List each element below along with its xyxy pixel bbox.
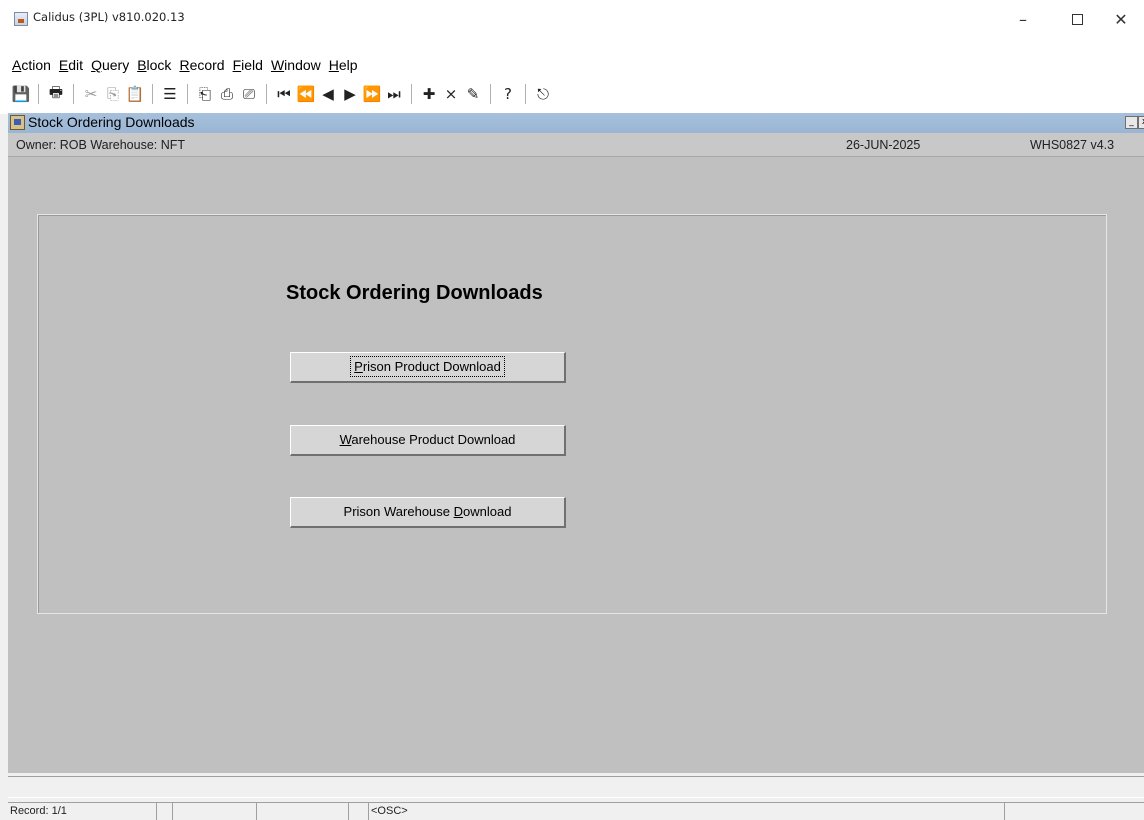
app-title: Calidus (3PL) v810.020.13 — [33, 10, 185, 24]
toolbar-separator — [266, 84, 267, 104]
menu-help[interactable]: Help — [325, 55, 362, 75]
mode-indicator: <OSC> — [368, 802, 1004, 820]
list-icon[interactable]: ☰ — [159, 83, 181, 105]
save-icon[interactable]: 💾 — [10, 83, 32, 105]
status-cell — [1004, 802, 1144, 820]
prison-product-download-button[interactable]: Prison Product Download — [290, 352, 566, 383]
copy-icon[interactable]: ⎘ — [102, 83, 124, 105]
cut-icon[interactable]: ✂ — [80, 83, 102, 105]
help-icon[interactable]: ? — [497, 83, 519, 105]
toolbar-separator — [152, 84, 153, 104]
status-cell — [348, 802, 368, 820]
status-cell — [256, 802, 348, 820]
form-minimize-button[interactable]: _ — [1125, 116, 1138, 129]
paste-icon[interactable]: 📋 — [124, 83, 146, 105]
previous-set-icon[interactable]: ⏪ — [295, 83, 317, 105]
page-title: Stock Ordering Downloads — [286, 282, 543, 304]
toolbar-separator — [490, 84, 491, 104]
app-title-bar: Calidus (3PL) v810.020.13 – ✕ — [0, 0, 1144, 54]
menu-edit[interactable]: Edit — [55, 55, 87, 75]
form-window-icon — [10, 115, 25, 130]
toolbar-separator — [525, 84, 526, 104]
enter-query-icon[interactable]: ⎗ — [194, 83, 216, 105]
menu-record[interactable]: Record — [175, 55, 228, 75]
form-window-title: Stock Ordering Downloads — [28, 114, 195, 130]
content-panel — [37, 214, 1107, 614]
menu-window[interactable]: Window — [267, 55, 325, 75]
toolbar-separator — [411, 84, 412, 104]
cancel-query-icon[interactable]: ⎚ — [238, 83, 260, 105]
execute-query-icon[interactable]: ⎙ — [216, 83, 238, 105]
record-count: Record: 1/1 — [8, 802, 156, 820]
warehouse-product-download-button[interactable]: Warehouse Product Download — [290, 425, 566, 456]
insert-record-icon[interactable]: ✚ — [418, 83, 440, 105]
toolbar-separator — [73, 84, 74, 104]
status-bar: Record: 1/1 <OSC> — [8, 800, 1144, 820]
status-cell — [172, 802, 256, 820]
close-button[interactable]: ✕ — [1098, 4, 1144, 34]
next-record-icon[interactable]: ▶ — [339, 83, 361, 105]
clear-record-icon[interactable]: ✎ — [462, 83, 484, 105]
previous-record-icon[interactable]: ◀ — [317, 83, 339, 105]
menu-block[interactable]: Block — [133, 55, 175, 75]
maximize-icon — [1071, 13, 1083, 25]
menu-bar: Action Edit Query Block Record Field Win… — [8, 55, 362, 75]
close-icon: ✕ — [1114, 9, 1128, 29]
info-strip: Owner: ROB Warehouse: NFT 26-JUN-2025 WH… — [8, 133, 1144, 157]
last-record-icon[interactable]: ⏭ — [383, 83, 405, 105]
menu-field[interactable]: Field — [229, 55, 267, 75]
minimize-button[interactable]: – — [1000, 4, 1046, 34]
minimize-icon: – — [1019, 9, 1027, 29]
maximize-button[interactable] — [1054, 4, 1100, 34]
menu-query[interactable]: Query — [87, 55, 133, 75]
app-icon — [14, 12, 28, 26]
form-id: WHS0827 v4.3 — [1030, 138, 1115, 152]
toolbar-separator — [38, 84, 39, 104]
status-cell — [156, 802, 172, 820]
form-close-button[interactable]: x — [1138, 116, 1144, 129]
toolbar-separator — [187, 84, 188, 104]
first-record-icon[interactable]: ⏮ — [273, 83, 295, 105]
current-date: 26-JUN-2025 — [846, 138, 921, 152]
prison-warehouse-download-button[interactable]: Prison Warehouse Download — [290, 497, 566, 528]
delete-record-icon[interactable]: ⨯ — [440, 83, 462, 105]
next-set-icon[interactable]: ⏩ — [361, 83, 383, 105]
form-window-title-bar: Stock Ordering Downloads _ x — [8, 113, 1144, 133]
menu-action[interactable]: Action — [8, 55, 55, 75]
exit-icon[interactable]: ⎋ — [532, 83, 554, 105]
print-icon[interactable]: 🖶 — [45, 83, 67, 105]
toolbar: 💾 🖶 ✂ ⎘ 📋 ☰ ⎗ ⎙ ⎚ ⏮ ⏪ ◀ ▶ ⏩ ⏭ ✚ ⨯ ✎ ? ⎋ — [10, 82, 554, 106]
message-line — [8, 776, 1144, 798]
owner-warehouse-text: Owner: ROB Warehouse: NFT — [16, 138, 186, 152]
